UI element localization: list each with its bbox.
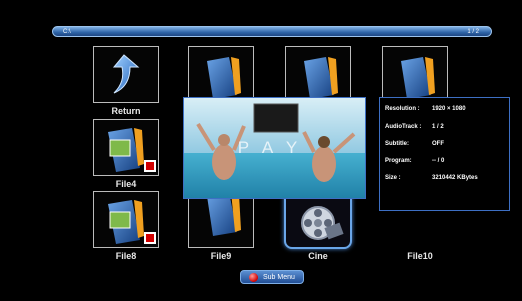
photo-folder-icon [108, 128, 156, 172]
folder-icon [207, 57, 241, 99]
return-arrow-icon [112, 54, 140, 94]
tile-folder-3[interactable] [382, 46, 448, 103]
folder-icon [304, 57, 338, 99]
info-size: Size : 3210442 KBytes [385, 175, 478, 181]
current-path: C:\ [63, 29, 71, 35]
page-indicator: 1 / 2 [467, 29, 479, 35]
film-reel-icon [301, 206, 344, 240]
video-preview: PAY [183, 97, 366, 199]
tile-cine[interactable] [284, 191, 352, 249]
tile-file8[interactable] [93, 191, 159, 248]
folder-icon [401, 57, 435, 99]
photo-folder-icon [108, 200, 156, 244]
path-bar: C:\ 1 / 2 [52, 26, 492, 37]
preview-overlay-text: PAY [237, 138, 312, 157]
tile-label: File10 [407, 251, 433, 261]
file-info-panel: Resolution : 1920 × 1080 AudioTrack : 1 … [379, 97, 510, 211]
folder-icon [207, 192, 241, 236]
tile-folder-2[interactable] [285, 46, 351, 103]
tile-file9[interactable] [188, 191, 254, 248]
info-program: Program: -- / 0 [385, 158, 445, 164]
tile-label: File8 [115, 251, 137, 261]
tile-label: Cine [308, 251, 328, 261]
tile-file4[interactable] [93, 119, 159, 176]
media-browser-screen: C:\ 1 / 2 Return File4 File8 File9 Cine … [0, 0, 522, 301]
sub-menu-label: Sub Menu [263, 274, 295, 281]
tile-folder-1[interactable] [188, 46, 254, 103]
tile-label: Return [111, 106, 141, 116]
red-button-icon [249, 273, 258, 282]
sub-menu-button[interactable]: Sub Menu [240, 270, 304, 284]
tile-label: File9 [210, 251, 232, 261]
info-resolution: Resolution : 1920 × 1080 [385, 106, 466, 112]
tile-return[interactable] [93, 46, 159, 103]
tile-label: File4 [115, 179, 137, 189]
info-subtitle: Subtitle: OFF [385, 141, 444, 147]
info-audiotrack: AudioTrack : 1 / 2 [385, 124, 444, 130]
